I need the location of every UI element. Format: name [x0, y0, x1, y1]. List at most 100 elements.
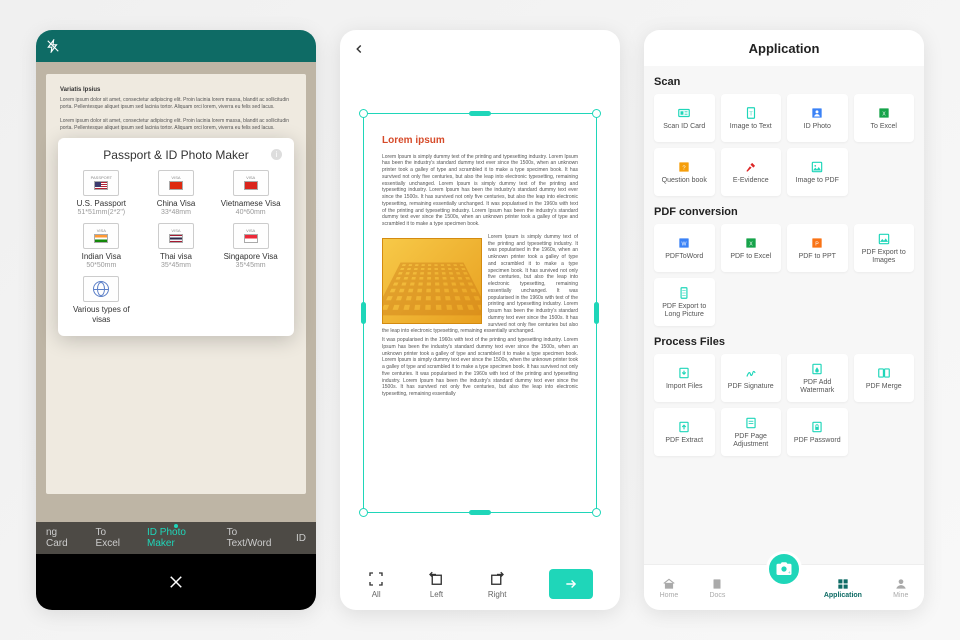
visa-option-us[interactable]: PASSPORTU.S. Passport51*51mm(2*2")	[66, 170, 137, 217]
extract-icon	[676, 420, 692, 434]
app-pdf-page-adjustment[interactable]: PDF Page Adjustment	[721, 408, 782, 456]
crop-handle-tr[interactable]	[592, 109, 601, 118]
svg-text:P: P	[815, 241, 819, 247]
app-image-to-pdf[interactable]: Image to PDF	[787, 148, 848, 196]
app-pdf-add-watermark[interactable]: PDF Add Watermark	[787, 354, 848, 402]
excel2-icon: X	[743, 236, 759, 250]
tool-all[interactable]: All	[367, 570, 385, 599]
app-pdf-signature[interactable]: PDF Signature	[721, 354, 782, 402]
nav-docs[interactable]: Docs	[709, 577, 725, 599]
book-icon: ?	[676, 160, 692, 174]
docs-icon	[710, 577, 724, 591]
nav-home[interactable]: Home	[660, 577, 679, 599]
svg-text:T: T	[749, 111, 753, 117]
crop-handle-tl[interactable]	[359, 109, 368, 118]
merge-icon	[876, 366, 892, 380]
visa-option-th[interactable]: VISAThai visa35*45mm	[141, 223, 212, 270]
camera-fab[interactable]: +	[766, 551, 802, 587]
visa-option-in[interactable]: VISAIndian Visa50*50mm	[66, 223, 137, 270]
tab-text-word[interactable]: To Text/Word	[227, 527, 278, 549]
visa-option-sg[interactable]: VISASingapore Visa35*45mm	[215, 223, 286, 270]
excel-icon: X	[876, 106, 892, 120]
screen-crop: Lorem ipsum Lorem Ipsum is simply dummy …	[340, 30, 620, 610]
app-pdf-to-excel[interactable]: XPDF to Excel	[721, 224, 782, 272]
tool-rotate-right[interactable]: Right	[488, 570, 507, 599]
imgpdf-icon	[809, 160, 825, 174]
tab-card[interactable]: ng Card	[46, 527, 78, 549]
bottom-bar	[36, 554, 316, 610]
screen-id-photo-maker: Variatis Ipsius Lorem ipsum dolor sit am…	[36, 30, 316, 610]
app-import-files[interactable]: Import Files	[654, 354, 715, 402]
header-title: Application	[644, 30, 924, 66]
page-icon	[743, 416, 759, 430]
crop-handle-top[interactable]	[469, 111, 491, 116]
home-icon	[662, 577, 676, 591]
lock-icon	[809, 420, 825, 434]
flash-off-icon[interactable]	[46, 39, 60, 53]
page-title: Lorem ipsum	[382, 134, 578, 148]
gavel-icon	[743, 160, 759, 174]
nav-application[interactable]: Application	[824, 577, 862, 599]
bottom-nav: + Home Docs Application Mine	[644, 564, 924, 610]
app-scan-id-card[interactable]: Scan ID Card	[654, 94, 715, 142]
confirm-button[interactable]	[549, 569, 593, 599]
mode-tabs: ng Card To Excel ID Photo Maker To Text/…	[36, 522, 316, 554]
img-icon	[876, 232, 892, 246]
section-process-files: Process FilesImport FilesPDF SignaturePD…	[654, 336, 914, 456]
app-pdf-export-to-long-picture[interactable]: PDF Export to Long Picture	[654, 278, 715, 326]
app-pdf-export-to-images[interactable]: PDF Export to Images	[854, 224, 915, 272]
svg-text:X: X	[882, 111, 886, 117]
app-pdftoword[interactable]: WPDFToWord	[654, 224, 715, 272]
app-content[interactable]: ScanScan ID CardTImage to TextID PhotoXT…	[644, 66, 924, 564]
crop-handle-bl[interactable]	[359, 508, 368, 517]
active-indicator-dot	[174, 524, 178, 528]
info-icon[interactable]: i	[271, 149, 282, 160]
visa-option-globe[interactable]: Various types of visas	[66, 276, 137, 324]
app-pdf-password[interactable]: PDF Password	[787, 408, 848, 456]
app-question-book[interactable]: ?Question book	[654, 148, 715, 196]
statusbar	[36, 30, 316, 62]
app-to-excel[interactable]: XTo Excel	[854, 94, 915, 142]
section-title: Scan	[654, 76, 914, 88]
section-title: Process Files	[654, 336, 914, 348]
app-pdf-extract[interactable]: PDF Extract	[654, 408, 715, 456]
id-icon	[676, 106, 692, 120]
section-scan: ScanScan ID CardTImage to TextID PhotoXT…	[654, 76, 914, 196]
screen-application: Application Scan Scan ID CardTImage to Te…	[644, 30, 924, 610]
crop-handle-right[interactable]	[594, 302, 599, 324]
close-icon[interactable]	[167, 573, 185, 591]
scanned-page: Lorem ipsum Lorem Ipsum is simply dummy …	[363, 113, 597, 513]
tool-rotate-left[interactable]: Left	[427, 570, 445, 599]
svg-text:W: W	[682, 241, 687, 247]
app-pdf-to-ppt[interactable]: PPDF to PPT	[787, 224, 848, 272]
mine-icon	[894, 577, 908, 591]
app-image-to-text[interactable]: TImage to Text	[721, 94, 782, 142]
nav-mine[interactable]: Mine	[893, 577, 908, 599]
tab-id-photo[interactable]: ID Photo Maker	[147, 527, 209, 549]
crop-handle-br[interactable]	[592, 508, 601, 517]
crop-area[interactable]: Lorem ipsum Lorem Ipsum is simply dummy …	[340, 68, 620, 558]
visa-option-cn[interactable]: VISAChina Visa33*48mm	[141, 170, 212, 217]
app-icon	[836, 577, 850, 591]
photo-icon	[809, 106, 825, 120]
app-pdf-merge[interactable]: PDF Merge	[854, 354, 915, 402]
sig-icon	[743, 366, 759, 380]
tab-excel[interactable]: To Excel	[96, 527, 130, 549]
id-photo-modal: Passport & ID Photo Maker i PASSPORTU.S.…	[58, 138, 294, 336]
crop-handle-left[interactable]	[361, 302, 366, 324]
crop-handle-bottom[interactable]	[469, 510, 491, 515]
header	[340, 30, 620, 68]
svg-text:+: +	[788, 570, 791, 575]
app-e-evidence[interactable]: E-Evidence	[721, 148, 782, 196]
word-icon: W	[676, 236, 692, 250]
tab-id[interactable]: ID	[296, 533, 306, 544]
app-id-photo[interactable]: ID Photo	[787, 94, 848, 142]
section-pdf-conversion: PDF conversionWPDFToWordXPDF to ExcelPPD…	[654, 206, 914, 326]
text-icon: T	[743, 106, 759, 120]
visa-option-vn[interactable]: VISAVietnamese Visa40*60mm	[215, 170, 286, 217]
ppt-icon: P	[809, 236, 825, 250]
svg-text:X: X	[749, 241, 753, 247]
back-icon[interactable]	[352, 42, 366, 56]
modal-title: Passport & ID Photo Maker i	[66, 148, 286, 162]
import-icon	[676, 366, 692, 380]
